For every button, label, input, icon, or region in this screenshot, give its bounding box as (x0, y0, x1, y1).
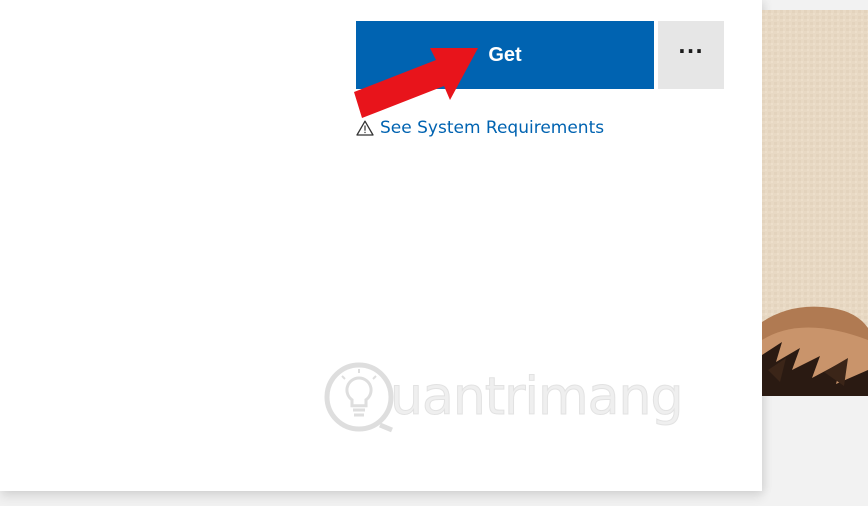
watermark-text: uantrimang (389, 367, 683, 427)
app-details-card: Get ··· See System Requirements uantrima… (0, 0, 762, 491)
more-options-button[interactable]: ··· (658, 21, 724, 89)
system-requirements-row: See System Requirements (356, 117, 604, 139)
watermark-logo (324, 362, 394, 433)
get-button[interactable]: Get (356, 21, 654, 89)
warning-icon (356, 120, 374, 136)
more-options-icon: ··· (678, 39, 704, 63)
get-button-label: Get (488, 43, 522, 66)
watermark: uantrimang (322, 357, 684, 437)
hero-artwork (762, 10, 868, 396)
system-requirements-link[interactable]: See System Requirements (380, 118, 604, 138)
hero-artwork-image (762, 10, 868, 396)
